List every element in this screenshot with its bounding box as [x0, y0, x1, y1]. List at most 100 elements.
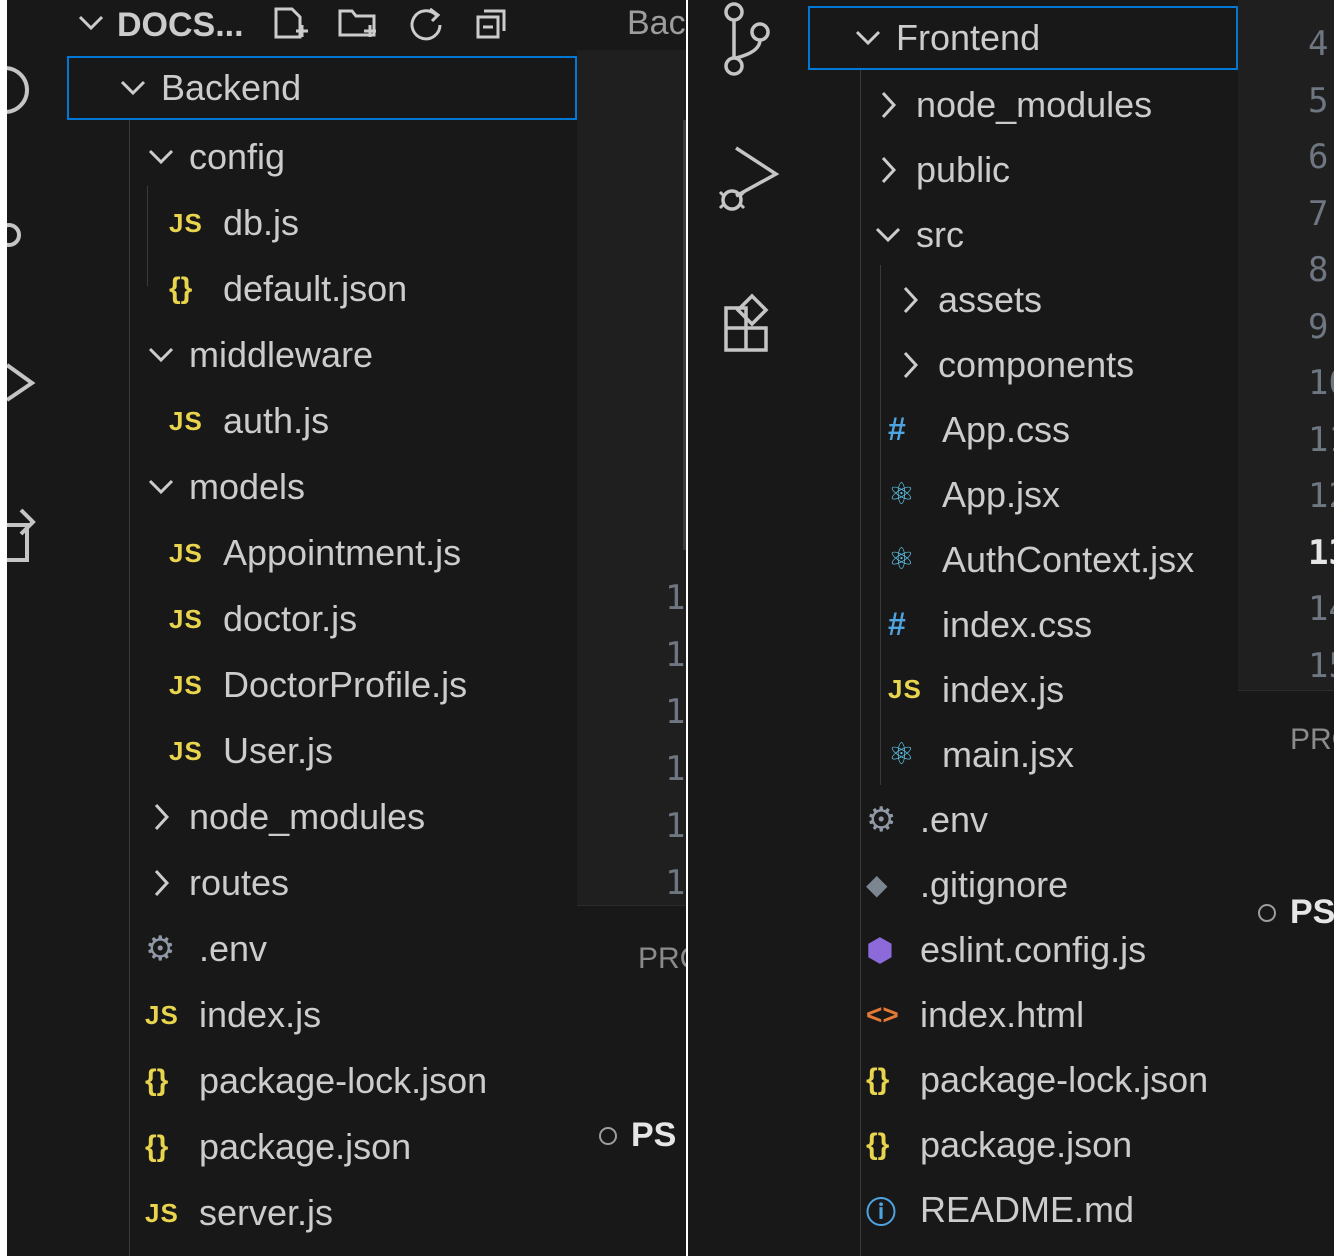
file-item[interactable]: ⚛ AuthContext.jsx [808, 527, 1238, 592]
settings-file-icon: ⚙ [866, 800, 897, 839]
file-item[interactable]: ⬢ eslint.config.js [808, 917, 1238, 982]
run-debug-icon[interactable] [716, 144, 780, 221]
javascript-file-icon: JS [169, 735, 203, 766]
workspace-title[interactable]: DOCS... [117, 6, 244, 45]
new-file-icon[interactable] [270, 3, 310, 48]
item-label: middleware [189, 334, 374, 375]
folder-item[interactable]: models [67, 454, 577, 520]
javascript-file-icon: JS [169, 207, 203, 238]
javascript-file-icon: JS [888, 674, 922, 704]
item-label: AuthContext.jsx [942, 538, 1195, 580]
item-label: User.js [223, 730, 334, 771]
folder-item[interactable]: config [67, 124, 577, 190]
line-number: 1! [665, 863, 686, 903]
item-label: package.json [920, 1123, 1133, 1165]
line-number: 14 [1308, 589, 1334, 629]
file-item[interactable]: # index.css [808, 592, 1238, 657]
html-file-icon: <> [866, 998, 899, 1030]
file-item[interactable]: {} package-lock.json [67, 1048, 577, 1114]
file-item[interactable]: ⚛ App.jsx [808, 462, 1238, 527]
javascript-file-icon: JS [145, 999, 179, 1030]
javascript-file-icon: JS [169, 669, 203, 700]
line-number: 4 [1308, 24, 1329, 64]
bottom-panel: PRC PS [577, 905, 686, 1256]
file-item[interactable]: {} package-lock.json [808, 1047, 1238, 1112]
item-label: auth.js [223, 400, 330, 441]
file-item[interactable]: ◆ .gitignore [808, 852, 1238, 917]
folder-item[interactable]: assets [808, 267, 1238, 332]
item-label: src [916, 213, 964, 255]
json-file-icon: {} [145, 1064, 169, 1097]
folder-frontend[interactable]: Frontend [808, 6, 1238, 70]
file-item[interactable]: # App.css [808, 397, 1238, 462]
folder-item[interactable]: src [808, 202, 1238, 267]
file-item[interactable]: JS index.js [808, 657, 1238, 722]
react-file-icon: ⚛ [888, 543, 915, 576]
new-folder-icon[interactable] [336, 3, 380, 48]
folder-item[interactable]: middleware [67, 322, 577, 388]
problems-tab[interactable]: PRC [1290, 723, 1334, 757]
folder-item[interactable]: public [808, 137, 1238, 202]
file-item[interactable]: {} package.json [67, 1114, 577, 1180]
folder-label: Frontend [896, 17, 1041, 58]
file-item[interactable]: JS DoctorProfile.js [67, 652, 577, 718]
problems-tab[interactable]: PRC [638, 942, 686, 976]
folder-item[interactable]: node_modules [67, 784, 577, 850]
collapse-all-icon[interactable] [472, 3, 512, 48]
readme-info-icon: ⓘ [866, 1196, 896, 1230]
file-item[interactable]: JS auth.js [67, 388, 577, 454]
editor-tab[interactable]: Bac [627, 4, 686, 43]
chevron-down-icon [147, 467, 175, 507]
json-file-icon: {} [866, 1127, 890, 1161]
terminal-line: PS [599, 1116, 676, 1155]
refresh-icon[interactable] [406, 3, 446, 48]
item-label: components [938, 343, 1135, 385]
file-item[interactable]: ⚙ .env [808, 787, 1238, 852]
terminal-prompt: PS [1290, 893, 1334, 931]
file-item[interactable]: ⚙ .env [67, 916, 577, 982]
item-label: Appointment.js [223, 532, 462, 573]
item-label: App.css [942, 408, 1071, 450]
search-icon [7, 66, 29, 114]
folder-item[interactable]: node_modules [808, 72, 1238, 137]
source-control-icon [7, 223, 21, 247]
line-number: 13 [1308, 532, 1334, 573]
scrollbar[interactable] [683, 120, 686, 550]
folder-backend[interactable]: Backend [67, 56, 577, 120]
chevron-down-icon[interactable] [77, 13, 105, 38]
explorer-sidebar: Frontend node_modules public src assets comp… [808, 0, 1238, 1256]
file-item[interactable]: ⚛ main.jsx [808, 722, 1238, 787]
file-item[interactable]: <> index.html [808, 982, 1238, 1047]
file-item[interactable]: JS User.js [67, 718, 577, 784]
item-label: App.jsx [942, 473, 1061, 515]
source-control-icon[interactable] [722, 2, 772, 83]
editor-area: Bac 1(1: 1: 1: 1/1! PRC PS [577, 0, 686, 1256]
editor-area: 4 5 6 7 8 9 10 11 12 13 14 15 PRC PS [1238, 0, 1334, 1256]
file-item[interactable]: JS doctor.js [67, 586, 577, 652]
item-label: eslint.config.js [920, 928, 1147, 970]
item-label: README.md [920, 1188, 1135, 1230]
file-item[interactable]: JS index.js [67, 982, 577, 1048]
item-label: index.css [942, 603, 1093, 645]
item-label: assets [938, 278, 1043, 320]
item-label: package-lock.json [199, 1060, 488, 1101]
explorer-header: DOCS... [77, 0, 577, 50]
terminal-status-icon [599, 1126, 617, 1145]
file-item[interactable]: ⓘ README.md [808, 1177, 1238, 1242]
item-label: DoctorProfile.js [223, 664, 468, 705]
css-file-icon: # [888, 606, 906, 642]
file-item[interactable]: JS Appointment.js [67, 520, 577, 586]
react-file-icon: ⚛ [888, 738, 915, 771]
file-item[interactable]: {} default.json [67, 256, 577, 322]
javascript-file-icon: JS [169, 537, 203, 568]
file-item[interactable]: JS db.js [67, 190, 577, 256]
line-number: 15 [1308, 645, 1334, 686]
item-label: routes [189, 862, 290, 903]
extensions-icon[interactable] [722, 292, 778, 361]
file-item[interactable]: JS server.js [67, 1180, 577, 1246]
item-label: .gitignore [920, 863, 1069, 905]
line-number: 1: [665, 692, 686, 732]
file-item[interactable]: {} package.json [808, 1112, 1238, 1177]
folder-item[interactable]: components [808, 332, 1238, 397]
folder-item[interactable]: routes [67, 850, 577, 916]
